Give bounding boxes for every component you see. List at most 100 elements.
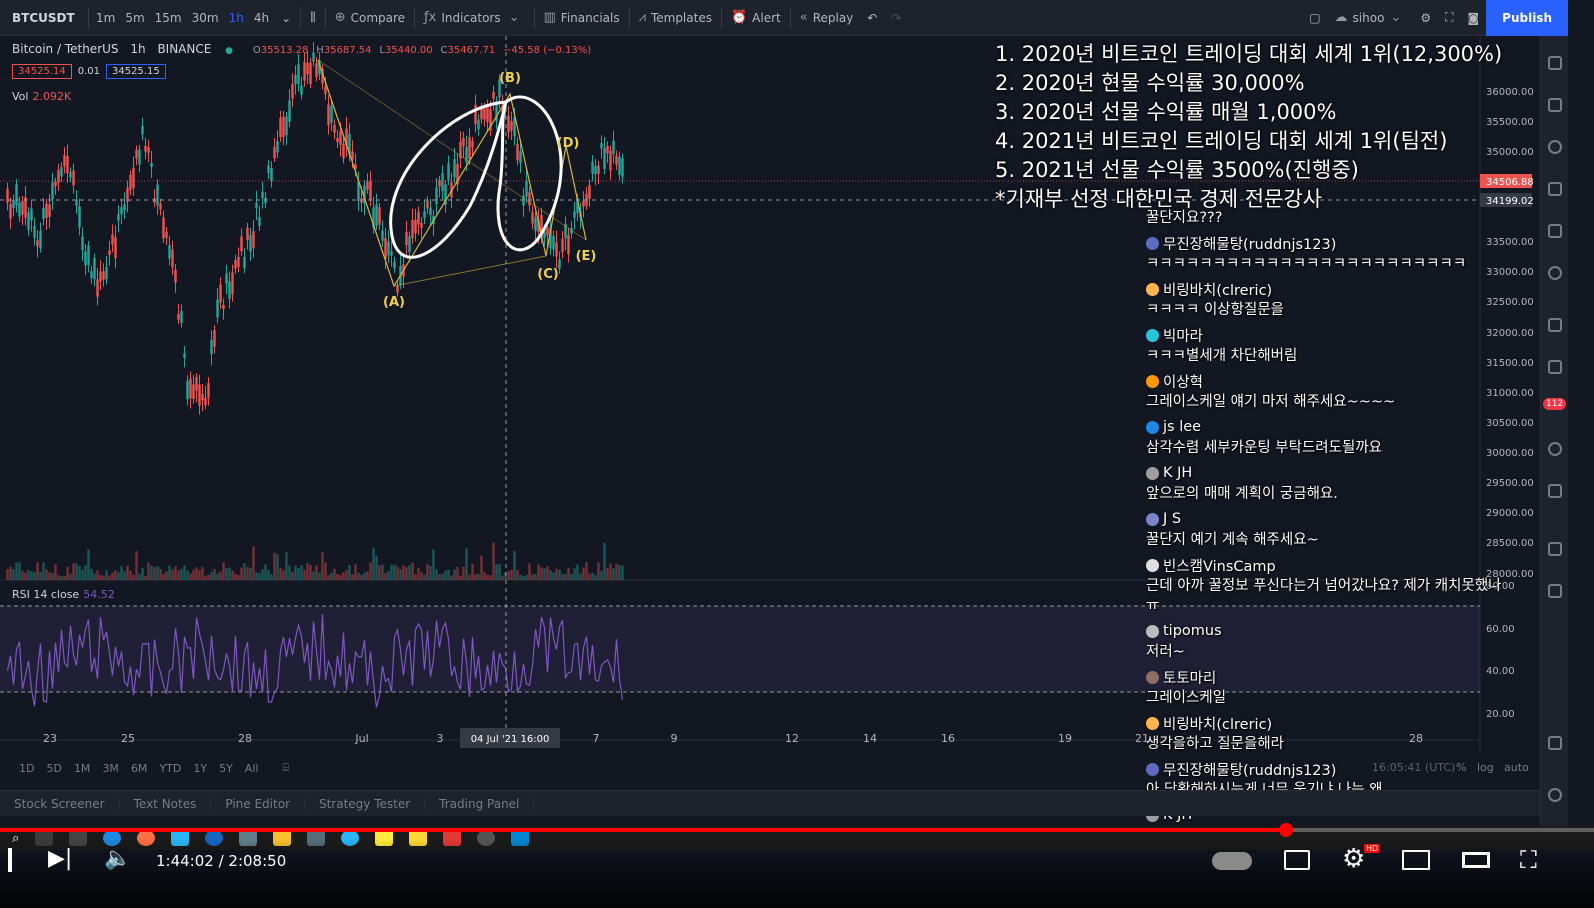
indicators-button[interactable]: ƒx Indicators ⌄: [417, 0, 531, 36]
chat-author[interactable]: 빈스캠VinsCamp: [1146, 554, 1506, 576]
volume-bar: [384, 572, 387, 580]
watchlist-icon[interactable]: [1548, 56, 1562, 70]
candle-body: [39, 231, 42, 249]
publish-button[interactable]: Publish: [1486, 0, 1568, 36]
undo-icon[interactable]: ↶: [860, 0, 884, 36]
interval-15m[interactable]: 15m: [150, 0, 187, 36]
range-1y[interactable]: 1Y: [193, 762, 207, 775]
symbol-search[interactable]: BTCUSDT: [0, 0, 86, 36]
interval-dropdown-chevron-icon[interactable]: ⌄: [274, 0, 298, 36]
volume-bar: [459, 575, 462, 580]
range-1m[interactable]: 1M: [74, 762, 91, 775]
chat-author[interactable]: K JH: [1146, 462, 1506, 484]
video-progress-bar[interactable]: [0, 823, 1594, 837]
percent-scale-toggle[interactable]: %: [1456, 761, 1466, 774]
legend-change: −45.58 (−0.13%): [503, 45, 592, 56]
settings-gear-icon[interactable]: ⚙: [1342, 844, 1365, 874]
compare-button[interactable]: ⊕ Compare: [328, 0, 412, 36]
redo-icon[interactable]: ↷: [884, 0, 908, 36]
user-menu[interactable]: ☁ sihoo ⌄: [1328, 0, 1414, 36]
volume-bar: [594, 575, 597, 580]
auto-scale-toggle[interactable]: auto: [1504, 761, 1529, 774]
streams-icon[interactable]: [1548, 360, 1562, 374]
tab-trading-panel[interactable]: Trading Panel: [425, 796, 535, 811]
chat-author[interactable]: 빅마라: [1146, 324, 1506, 346]
theater-mode-icon[interactable]: [1462, 852, 1490, 868]
next-video-icon[interactable]: ▶|: [48, 846, 72, 871]
candle-body: [222, 304, 225, 310]
bid-price-button[interactable]: 34525.14: [12, 64, 72, 79]
chat-author-name: 이상혁: [1163, 374, 1204, 391]
tab-text-notes[interactable]: Text Notes: [120, 796, 212, 811]
calendar-icon[interactable]: [1548, 224, 1562, 238]
settings-gear-icon[interactable]: ⚙: [1413, 0, 1438, 36]
alert-button[interactable]: ⏰ Alert: [724, 0, 788, 36]
range-6m[interactable]: 6M: [131, 762, 148, 775]
hotlist-icon[interactable]: [1548, 182, 1562, 196]
candle-body: [342, 143, 345, 159]
chat-author[interactable]: js lee: [1146, 416, 1506, 438]
interval-1m[interactable]: 1m: [91, 0, 120, 36]
fullscreen-icon[interactable]: ⛶: [1438, 0, 1460, 36]
notifications-bell-icon[interactable]: [1548, 484, 1562, 498]
volume-bar: [171, 569, 174, 580]
chat-author[interactable]: J S: [1146, 508, 1506, 530]
range-all[interactable]: All: [245, 762, 259, 775]
chat-avatar-icon: [1146, 624, 1159, 638]
range-1d[interactable]: 1D: [19, 762, 34, 775]
candle-body: [18, 202, 21, 217]
chat-author[interactable]: 이상혁: [1146, 370, 1506, 392]
signal-icon[interactable]: [1548, 442, 1562, 456]
templates-button[interactable]: ⩘ Templates: [632, 0, 719, 36]
help-icon[interactable]: [1548, 788, 1562, 802]
replay-button[interactable]: « Replay: [793, 0, 861, 36]
financials-button[interactable]: ▥ Financials: [537, 0, 627, 36]
chat-author[interactable]: 비링바치(clreric): [1146, 712, 1506, 734]
subtitles-icon[interactable]: [1284, 850, 1310, 870]
chat-author[interactable]: 비링바치(clreric): [1146, 278, 1506, 300]
range-5d[interactable]: 5D: [46, 762, 61, 775]
volume-bar: [621, 565, 624, 580]
tab-pine-editor[interactable]: Pine Editor: [211, 796, 305, 811]
goto-date-icon[interactable]: ⌸: [282, 761, 289, 775]
range-3m[interactable]: 3M: [102, 762, 119, 775]
candle-body: [27, 212, 30, 230]
candle-body: [243, 256, 246, 269]
interval-1h[interactable]: 1h: [224, 0, 249, 36]
ideas-lightbulb-icon[interactable]: [1548, 266, 1562, 280]
volume-bar: [372, 547, 375, 580]
log-scale-toggle[interactable]: log: [1477, 761, 1494, 774]
range-ytd[interactable]: YTD: [159, 762, 181, 775]
order-panel-icon[interactable]: [1548, 584, 1562, 598]
candle-style-icon[interactable]: ⫼: [303, 0, 323, 36]
volume-icon[interactable]: 🔈: [104, 846, 131, 871]
chat-bubble-icon[interactable]: [1548, 318, 1562, 332]
volume-bar: [381, 564, 384, 580]
legend-pair[interactable]: Bitcoin / TetherUS: [12, 42, 119, 56]
volume-bar: [333, 568, 336, 580]
layout-icon[interactable]: ▢: [1302, 0, 1327, 36]
wave-label-d: (D): [557, 136, 580, 151]
interval-30m[interactable]: 30m: [187, 0, 224, 36]
fullscreen-icon[interactable]: ⛶: [1520, 846, 1537, 874]
chat-author[interactable]: 토토마리: [1146, 666, 1506, 688]
layers-icon[interactable]: [1548, 736, 1562, 750]
range-5y[interactable]: 5Y: [219, 762, 233, 775]
timezone-label[interactable]: 16:05:41 (UTC): [1372, 761, 1455, 774]
interval-5m[interactable]: 5m: [120, 0, 149, 36]
autoplay-toggle[interactable]: [1212, 852, 1252, 870]
tab-strategy-tester[interactable]: Strategy Tester: [305, 796, 426, 811]
miniplayer-icon[interactable]: [1402, 850, 1430, 870]
trend-icon[interactable]: [1548, 542, 1562, 556]
chat-author[interactable]: tipomus: [1146, 620, 1506, 642]
interval-4h[interactable]: 4h: [249, 0, 274, 36]
volume-bar: [51, 572, 54, 580]
data-window-icon[interactable]: [1548, 140, 1562, 154]
ask-price-button[interactable]: 34525.15: [105, 64, 166, 79]
chat-author[interactable]: 무진장해물탕(ruddnjs123): [1146, 232, 1506, 254]
tab-stock-screener[interactable]: Stock Screener: [0, 796, 120, 811]
candle-body: [603, 147, 606, 169]
time-axis-label: 23: [43, 732, 57, 745]
camera-icon[interactable]: ◙: [1461, 0, 1487, 36]
alerts-list-icon[interactable]: [1548, 98, 1562, 112]
